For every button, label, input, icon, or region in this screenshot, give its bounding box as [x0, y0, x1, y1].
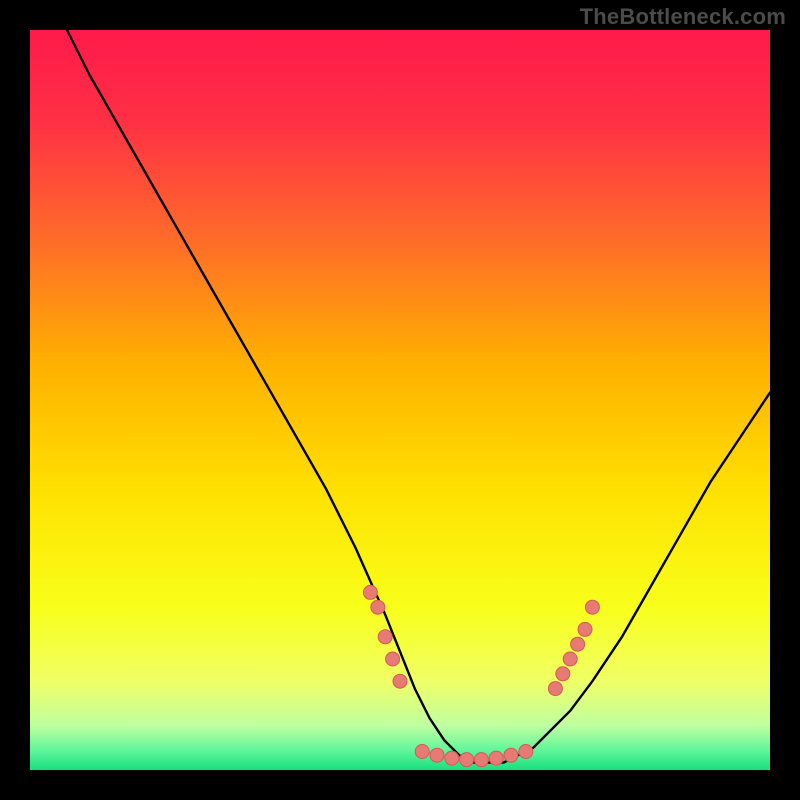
data-dot-right — [556, 667, 570, 681]
data-dot-left — [371, 600, 385, 614]
data-dot-left — [363, 585, 377, 599]
data-dot-floor — [474, 753, 488, 767]
data-dot-floor — [445, 751, 459, 765]
data-dot-floor — [489, 751, 503, 765]
chart-frame: TheBottleneck.com — [0, 0, 800, 800]
data-dot-floor — [430, 748, 444, 762]
chart-plot — [30, 30, 770, 770]
data-dot-left — [378, 630, 392, 644]
data-dot-floor — [415, 745, 429, 759]
data-dot-left — [393, 674, 407, 688]
data-dot-left — [386, 652, 400, 666]
data-dot-right — [578, 622, 592, 636]
data-dot-right — [571, 637, 585, 651]
data-dot-floor — [504, 748, 518, 762]
data-dot-right — [563, 652, 577, 666]
data-dot-floor — [460, 753, 474, 767]
data-dot-right — [585, 600, 599, 614]
chart-svg — [30, 30, 770, 770]
watermark-text: TheBottleneck.com — [580, 4, 786, 30]
data-dot-floor — [519, 745, 533, 759]
data-dot-right — [548, 682, 562, 696]
